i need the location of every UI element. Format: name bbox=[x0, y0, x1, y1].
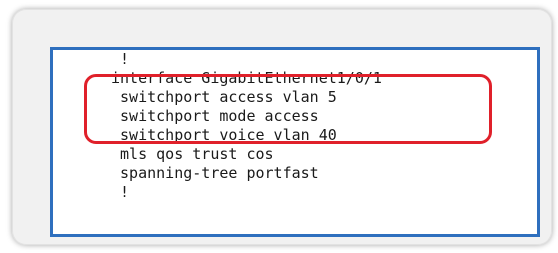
highlight-outline bbox=[84, 74, 492, 144]
config-line-qos-trust: mls qos trust cos bbox=[111, 145, 274, 163]
screenshot-canvas: ! interface GigabitEthernet1/0/1 switchpo… bbox=[0, 0, 558, 253]
config-line-separator-bottom: ! bbox=[111, 183, 130, 201]
config-code-box: ! interface GigabitEthernet1/0/1 switchpo… bbox=[50, 47, 540, 237]
config-line-separator-top: ! bbox=[111, 50, 130, 68]
config-line-portfast: spanning-tree portfast bbox=[111, 164, 319, 182]
card-panel: ! interface GigabitEthernet1/0/1 switchpo… bbox=[12, 9, 552, 245]
